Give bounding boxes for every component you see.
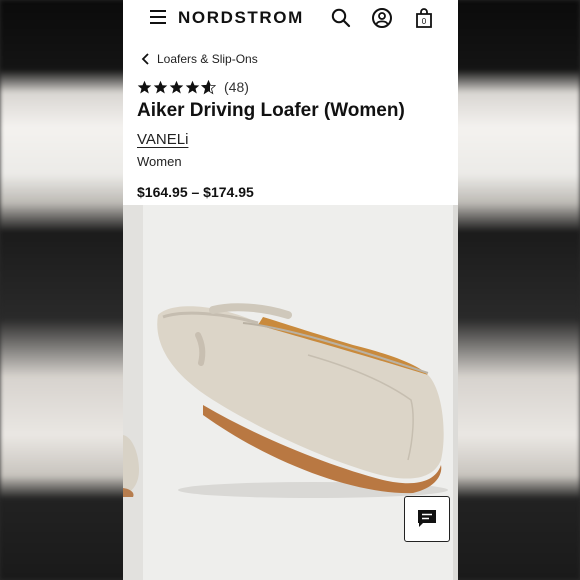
brand-link[interactable]: VANELi — [137, 131, 188, 148]
next-image-peek[interactable] — [453, 205, 458, 580]
product-price: $164.95 – $174.95 — [137, 184, 254, 200]
product-gender: Women — [137, 154, 182, 169]
product-rating[interactable]: (48) — [137, 79, 249, 95]
previous-shoe-image — [123, 435, 139, 497]
phone-screen: NORDSTROM 0 Loafers & Slip-Ons (48) Aike… — [123, 0, 458, 580]
chat-icon — [418, 510, 436, 527]
chevron-left-icon — [141, 53, 149, 65]
rating-stars — [137, 79, 217, 95]
star-icon — [153, 80, 168, 93]
half-star-icon — [201, 79, 216, 94]
rating-count: (48) — [224, 79, 249, 95]
search-icon[interactable] — [330, 7, 352, 29]
star-icon — [185, 80, 200, 93]
nordstrom-logo[interactable]: NORDSTROM — [178, 8, 304, 28]
bag-count: 0 — [422, 17, 427, 26]
menu-icon[interactable] — [150, 10, 166, 24]
product-title: Aiker Driving Loafer (Women) — [137, 100, 405, 121]
breadcrumb-label: Loafers & Slip-Ons — [157, 52, 258, 66]
account-icon[interactable] — [371, 7, 393, 29]
previous-image-peek[interactable] — [123, 205, 143, 580]
product-image-gallery[interactable] — [123, 205, 458, 580]
star-icon — [137, 80, 152, 93]
breadcrumb[interactable]: Loafers & Slip-Ons — [141, 51, 258, 67]
star-icon — [169, 80, 184, 93]
bag-icon[interactable]: 0 — [413, 7, 435, 29]
chat-button[interactable] — [404, 496, 450, 542]
top-navigation-bar: NORDSTROM 0 — [123, 0, 458, 36]
